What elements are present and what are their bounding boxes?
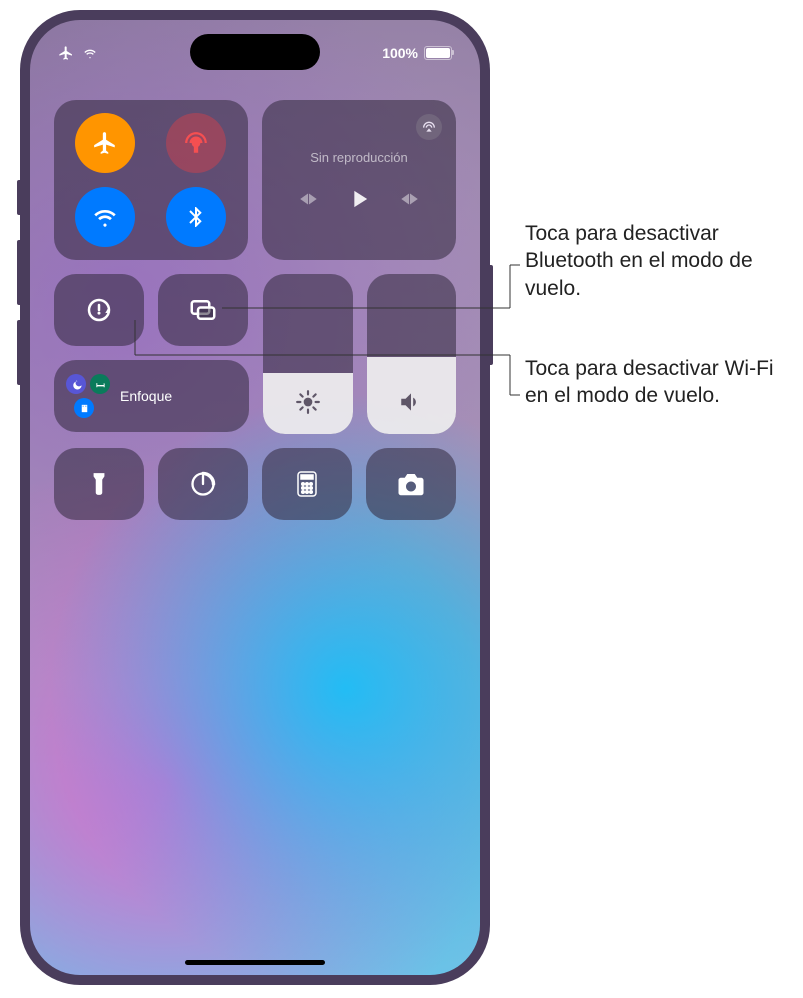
media-module[interactable]: Sin reproducción: [262, 100, 456, 260]
volume-slider[interactable]: [367, 274, 457, 434]
volume-icon: [398, 389, 424, 420]
bluetooth-toggle[interactable]: [166, 187, 226, 247]
next-icon[interactable]: [399, 188, 421, 210]
wifi-toggle[interactable]: [75, 187, 135, 247]
wifi-icon: [92, 204, 118, 230]
camera-button[interactable]: [366, 448, 456, 520]
battery-percent-label: 100%: [382, 45, 418, 61]
screen: 100%: [30, 20, 480, 975]
focus-icon-cluster: [66, 374, 110, 418]
airplane-mode-toggle[interactable]: [75, 113, 135, 173]
annotation-wifi: Toca para desactivar Wi-Fi en el modo de…: [525, 355, 795, 410]
cellular-icon: [183, 130, 209, 156]
power-button: [490, 265, 493, 365]
silent-switch: [17, 180, 20, 215]
control-center: Sin reproducción: [54, 100, 456, 520]
battery-icon: [424, 46, 452, 60]
calculator-icon: [295, 470, 319, 498]
cellular-data-toggle[interactable]: [166, 113, 226, 173]
focus-label: Enfoque: [120, 388, 172, 404]
airplay-button[interactable]: [416, 114, 442, 140]
calculator-button[interactable]: [262, 448, 352, 520]
timer-icon: [189, 470, 217, 498]
moon-icon: [66, 374, 86, 394]
volume-down-button: [17, 320, 20, 385]
connectivity-module[interactable]: [54, 100, 248, 260]
flashlight-icon: [86, 471, 112, 497]
wifi-status-icon: [82, 45, 98, 61]
bluetooth-icon: [184, 205, 208, 229]
timer-button[interactable]: [158, 448, 248, 520]
airplay-icon: [421, 119, 437, 135]
camera-icon: [396, 469, 426, 499]
phone-frame: 100%: [20, 10, 490, 985]
play-icon[interactable]: [345, 185, 373, 213]
screen-mirroring-button[interactable]: [158, 274, 248, 346]
flashlight-button[interactable]: [54, 448, 144, 520]
brightness-icon: [295, 389, 321, 420]
bed-icon: [90, 374, 110, 394]
orientation-lock-icon: [84, 295, 114, 325]
volume-up-button: [17, 240, 20, 305]
screen-mirror-icon: [188, 295, 218, 325]
orientation-lock-toggle[interactable]: [54, 274, 144, 346]
annotation-bluetooth: Toca para desactivar Bluetooth en el mod…: [525, 220, 795, 302]
airplane-icon: [58, 45, 74, 61]
building-icon: [74, 398, 94, 418]
focus-button[interactable]: Enfoque: [54, 360, 249, 432]
dynamic-island: [190, 34, 320, 70]
airplane-icon: [92, 130, 118, 156]
home-indicator[interactable]: [185, 960, 325, 965]
previous-icon[interactable]: [297, 188, 319, 210]
now-playing-label: Sin reproducción: [276, 150, 442, 165]
brightness-slider[interactable]: [263, 274, 353, 434]
